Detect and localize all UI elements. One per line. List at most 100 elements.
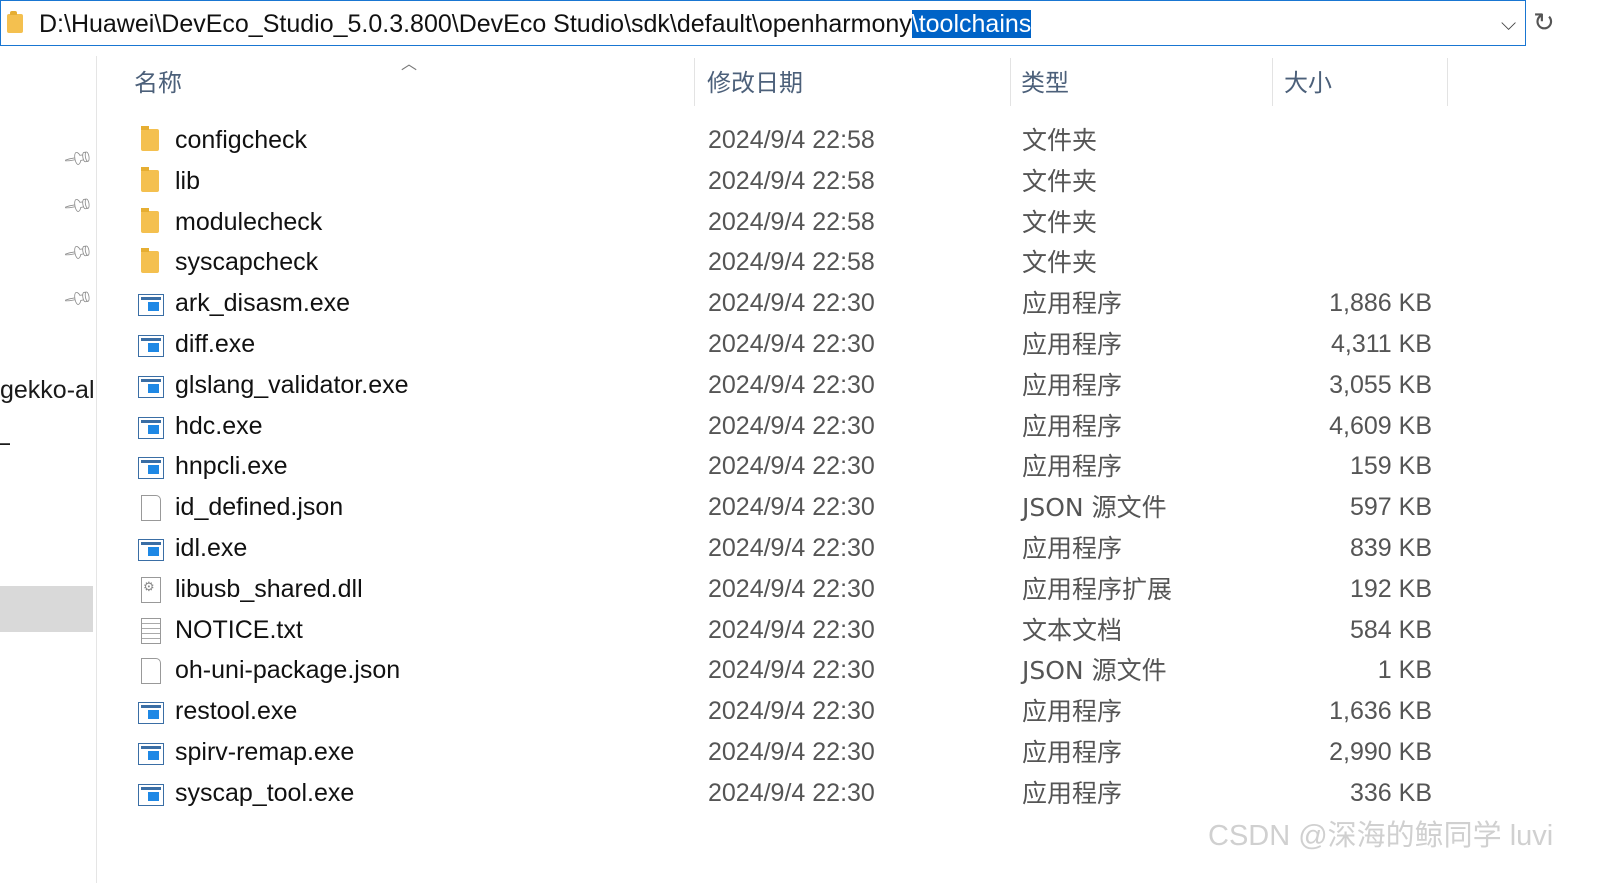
file-size: 1,886 KB — [1329, 289, 1432, 318]
file-type: 应用程序 — [1022, 289, 1123, 319]
pin-icon[interactable]: 📌︎ — [61, 141, 96, 175]
file-type: 文件夹 — [1022, 207, 1098, 237]
file-name: id_defined.json — [175, 493, 344, 522]
file-date: 2024/9/4 22:30 — [708, 411, 875, 440]
file-size: 4,609 KB — [1329, 411, 1432, 440]
file-row[interactable]: exe-icon hnpcli.exe 2024/9/4 22:30 应用程序 159 … — [130, 446, 1450, 487]
exe-icon: exe-icon — [138, 457, 164, 480]
file-size: 192 KB — [1349, 574, 1432, 603]
file-size: 597 KB — [1349, 493, 1432, 522]
file-type: 应用程序 — [1022, 330, 1123, 359]
column-divider[interactable] — [694, 58, 695, 106]
folder-icon: folder-icon — [141, 166, 159, 192]
address-path-selected: \toolchains — [911, 10, 1032, 38]
file-name: modulecheck — [175, 207, 323, 236]
file-type: 应用程序 — [1022, 778, 1123, 808]
file-name: libusb_shared.dll — [175, 574, 363, 603]
watermark: CSDN @深海的鲸同学 luvi — [1208, 820, 1554, 852]
pin-icon[interactable]: 📌︎ — [61, 235, 96, 269]
file-row[interactable]: file-icon id_defined.json 2024/9/4 22:30 JS… — [130, 487, 1450, 528]
file-name: syscap_tool.exe — [175, 778, 355, 807]
file-row[interactable]: exe-icon glslang_validator.exe 2024/9/4 22… — [130, 365, 1450, 406]
column-divider[interactable] — [1272, 58, 1273, 106]
file-date: 2024/9/4 22:30 — [708, 493, 875, 522]
file-row[interactable]: file-icon oh-uni-package.json 2024/9/4 22:… — [130, 650, 1450, 691]
column-header-size[interactable]: 大小 — [1284, 60, 1332, 106]
file-row[interactable]: exe-icon spirv-remap.exe 2024/9/4 22:30 应用程… — [130, 732, 1450, 773]
folder-icon: folder-icon — [141, 207, 159, 233]
file-row[interactable]: text-file-icon NOTICE.txt 2024/9/4 22:30 文本… — [130, 610, 1450, 651]
file-date: 2024/9/4 22:58 — [708, 126, 875, 154]
column-header-name[interactable]: 名称 — [134, 60, 182, 106]
file-date: 2024/9/4 22:30 — [708, 370, 875, 399]
file-name: lib — [175, 166, 201, 195]
file-size: 3,055 KB — [1329, 370, 1432, 399]
exe-icon: exe-icon — [138, 743, 164, 765]
nav-item-partial[interactable]: gekko-all- — [0, 376, 96, 405]
dll-icon: dll-icon — [141, 576, 161, 603]
file-type: 文件夹 — [1022, 166, 1098, 196]
file-type: 应用程序 — [1022, 411, 1123, 441]
file-name: configcheck — [175, 126, 308, 154]
file-row[interactable]: exe-icon diff.exe 2024/9/4 22:30 应用程序 4,311 … — [130, 324, 1450, 365]
file-row[interactable]: exe-icon idl.exe 2024/9/4 22:30 应用程序 839 KB — [130, 528, 1450, 569]
refresh-icon[interactable]: ↻ — [1533, 8, 1555, 38]
file-size: 4,311 KB — [1330, 330, 1432, 358]
folder-icon — [7, 11, 23, 33]
address-path[interactable]: D:\Huawei\DevEco_Studio_5.0.3.800\DevEco… — [39, 8, 1032, 40]
column-header-date[interactable]: 修改日期 — [707, 60, 803, 106]
file-type: 文件夹 — [1022, 126, 1098, 155]
file-row[interactable]: folder-icon configcheck 2024/9/4 22:58 文件夹 — [130, 120, 1450, 161]
file-date: 2024/9/4 22:30 — [708, 697, 875, 726]
file-size: 159 KB — [1349, 452, 1432, 481]
file-name: oh-uni-package.json — [175, 656, 401, 685]
exe-icon: exe-icon — [138, 335, 164, 357]
file-type: 应用程序 — [1022, 370, 1123, 400]
file-date: 2024/9/4 22:30 — [708, 574, 875, 603]
file-row[interactable]: exe-icon hdc.exe 2024/9/4 22:30 应用程序 4,609 K… — [130, 406, 1450, 447]
nav-item-partial-2[interactable]: _ — [0, 416, 10, 445]
exe-icon: exe-icon — [138, 375, 164, 398]
column-divider[interactable] — [1447, 58, 1448, 106]
exe-icon: exe-icon — [138, 294, 164, 317]
exe-icon: exe-icon — [138, 416, 164, 439]
sort-ascending-icon: ︿ — [401, 54, 418, 73]
file-type: 应用程序扩展 — [1022, 574, 1173, 604]
folder-icon: folder-icon — [141, 248, 159, 274]
file-row[interactable]: exe-icon ark_disasm.exe 2024/9/4 22:30 应用程序… — [130, 283, 1450, 324]
file-type: 应用程序 — [1022, 534, 1123, 563]
file-type: 应用程序 — [1022, 452, 1123, 482]
file-type: 文件夹 — [1022, 248, 1098, 278]
file-icon: file-icon — [141, 495, 161, 522]
file-type: 应用程序 — [1022, 738, 1123, 767]
file-size: 1,636 KB — [1329, 697, 1432, 726]
file-row[interactable]: exe-icon syscap_tool.exe 2024/9/4 22:30 应用程… — [130, 773, 1450, 814]
file-row[interactable]: exe-icon restool.exe 2024/9/4 22:30 应用程序 1,6… — [130, 691, 1450, 732]
file-row[interactable]: folder-icon syscapcheck 2024/9/4 22:58 文件夹 — [130, 242, 1450, 283]
file-size: 1 KB — [1377, 656, 1432, 685]
file-date: 2024/9/4 22:30 — [708, 656, 875, 685]
pin-icon[interactable]: 📌︎ — [61, 281, 96, 315]
address-bar[interactable]: D:\Huawei\DevEco_Studio_5.0.3.800\DevEco… — [0, 0, 1526, 46]
column-header-type[interactable]: 类型 — [1021, 60, 1069, 106]
file-row[interactable]: dll-icon libusb_shared.dll 2024/9/4 22:30 应… — [130, 569, 1450, 610]
file-size: 336 KB — [1349, 778, 1432, 807]
file-name: idl.exe — [175, 534, 248, 562]
file-name: ark_disasm.exe — [175, 289, 351, 318]
file-row[interactable]: folder-icon lib 2024/9/4 22:58 文件夹 — [130, 161, 1450, 202]
file-name: syscapcheck — [175, 248, 319, 277]
file-row[interactable]: folder-icon modulecheck 2024/9/4 22:58 文件夹 — [130, 202, 1450, 243]
file-name: spirv-remap.exe — [175, 738, 355, 766]
file-date: 2024/9/4 22:58 — [708, 207, 875, 236]
text-file-icon: text-file-icon — [141, 617, 161, 644]
file-date: 2024/9/4 22:30 — [708, 534, 875, 562]
chevron-down-icon[interactable]: ⌵ — [1501, 11, 1516, 35]
column-divider[interactable] — [1010, 58, 1011, 106]
pin-icon[interactable]: 📌︎ — [61, 188, 96, 222]
folder-icon: folder-icon — [141, 126, 159, 151]
file-name: diff.exe — [175, 330, 256, 358]
nav-item-selected[interactable] — [0, 586, 93, 632]
file-size: 2,990 KB — [1329, 738, 1432, 766]
file-date: 2024/9/4 22:30 — [708, 778, 875, 807]
file-date: 2024/9/4 22:30 — [708, 289, 875, 318]
